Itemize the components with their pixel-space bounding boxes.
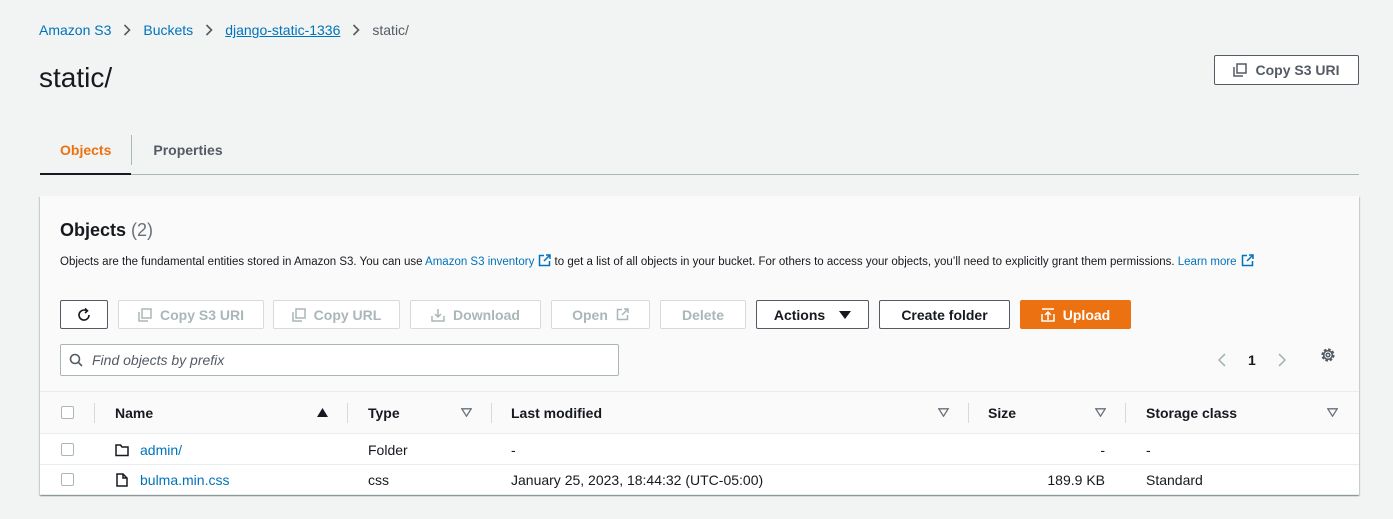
row-name[interactable]: admin/ [140,435,182,465]
row-size: - [1100,442,1105,458]
upload-label: Upload [1062,306,1111,323]
download-label: Download [453,306,520,323]
chevron-right-icon [111,21,143,39]
gear-icon[interactable] [1319,346,1337,364]
copy-icon [291,307,306,322]
object-link[interactable]: admin/ [140,442,182,458]
row-type: Folder [368,442,408,458]
row-type: css [368,472,389,488]
row-last-modified: January 25, 2023, 18:44:32 (UTC-05:00) [511,472,764,488]
search-icon [69,353,83,367]
create-folder-button[interactable]: Create folder [879,300,1010,329]
table-row[interactable]: admin/ Folder - - - [40,435,1359,465]
upload-icon [1041,307,1055,322]
description-text-1: Objects are the fundamental entities sto… [60,256,426,268]
column-header-name[interactable]: Name [115,392,153,434]
chevron-right-icon[interactable] [1276,353,1288,367]
objects-count: (2) [131,220,154,240]
delete-label: Delete [681,306,725,323]
copy-s3-uri-header-button[interactable]: Copy S3 URI [1214,55,1359,85]
objects-panel-title: Objects (2) [60,220,153,241]
column-header-last-modified[interactable]: Last modified [511,392,602,434]
chevron-right-icon [193,21,225,39]
current-page[interactable]: 1 [1248,352,1256,368]
sort-icon[interactable] [1095,408,1106,417]
copy-s3-uri-label: Copy S3 URI [159,306,244,323]
external-link-icon [539,254,552,267]
column-header-size[interactable]: Size [988,392,1016,434]
caret-down-icon [839,310,852,319]
learn-more-link[interactable]: Learn more [1178,256,1237,268]
table-header: Name Type Last modified Size Storage cla… [40,392,1359,434]
column-divider [491,403,492,423]
select-all-checkbox[interactable] [61,406,74,419]
objects-description: Objects are the fundamental entities sto… [60,252,1300,272]
download-icon [431,308,445,322]
pagination: 1 [1216,344,1288,376]
column-header-type[interactable]: Type [368,392,400,434]
copy-s3-uri-button[interactable]: Copy S3 URI [118,300,264,329]
copy-icon [138,307,152,322]
tab-bar: Objects Properties [40,126,1359,175]
tab-objects[interactable]: Objects [40,126,132,175]
column-divider [1125,403,1126,423]
actions-dropdown[interactable]: Actions [756,300,869,329]
breadcrumb-current: static/ [372,22,409,38]
download-button[interactable]: Download [410,300,541,329]
column-divider [347,403,348,423]
row-storage-class: - [1146,442,1151,458]
external-link-icon [1241,254,1254,267]
upload-button[interactable]: Upload [1020,300,1131,329]
copy-url-button[interactable]: Copy URL [273,300,400,329]
row-last-modified: - [511,442,516,458]
chevron-left-icon[interactable] [1216,353,1228,367]
page-title: static/ [39,62,113,93]
objects-title-text: Objects [60,220,127,240]
column-divider [94,403,95,423]
objects-panel: Objects (2) Objects are the fundamental … [40,196,1359,495]
row-checkbox[interactable] [61,443,74,456]
chevron-right-icon [340,21,372,39]
copy-s3-uri-header-label: Copy S3 URI [1255,62,1340,78]
description-text-2: to get a list of all objects in your buc… [551,256,1178,268]
row-name[interactable]: bulma.min.css [140,465,229,495]
row-storage-class: Standard [1146,472,1203,488]
sort-icon[interactable] [938,408,949,417]
search-field[interactable] [60,344,619,376]
search-input[interactable] [92,352,592,368]
inventory-link[interactable]: Amazon S3 inventory [425,256,534,268]
tab-properties[interactable]: Properties [132,126,243,174]
breadcrumb: Amazon S3 Buckets django-static-1336 sta… [39,21,409,39]
open-button[interactable]: Open [551,300,650,329]
sort-ascending-icon[interactable] [317,408,328,417]
object-link[interactable]: bulma.min.css [140,472,229,488]
create-folder-label: Create folder [901,306,988,323]
folder-icon [115,444,129,457]
delete-button[interactable]: Delete [660,300,746,329]
sort-icon[interactable] [461,408,472,417]
column-divider [968,403,969,423]
breadcrumb-buckets[interactable]: Buckets [143,22,193,38]
refresh-button[interactable] [60,300,108,329]
table-row[interactable]: bulma.min.css css January 25, 2023, 18:4… [40,465,1359,495]
row-size: 189.9 KB [1047,472,1105,488]
copy-icon [1233,63,1248,77]
copy-url-label: Copy URL [313,306,382,323]
external-link-icon [616,308,629,321]
breadcrumb-bucket[interactable]: django-static-1336 [225,22,340,38]
open-label: Open [572,306,608,323]
breadcrumb-amazon-s3[interactable]: Amazon S3 [39,22,111,38]
refresh-icon [78,307,90,321]
file-icon [116,473,128,487]
row-checkbox[interactable] [61,473,74,486]
sort-icon[interactable] [1327,408,1338,417]
column-header-storage-class[interactable]: Storage class [1146,392,1237,434]
actions-label: Actions [773,306,826,323]
